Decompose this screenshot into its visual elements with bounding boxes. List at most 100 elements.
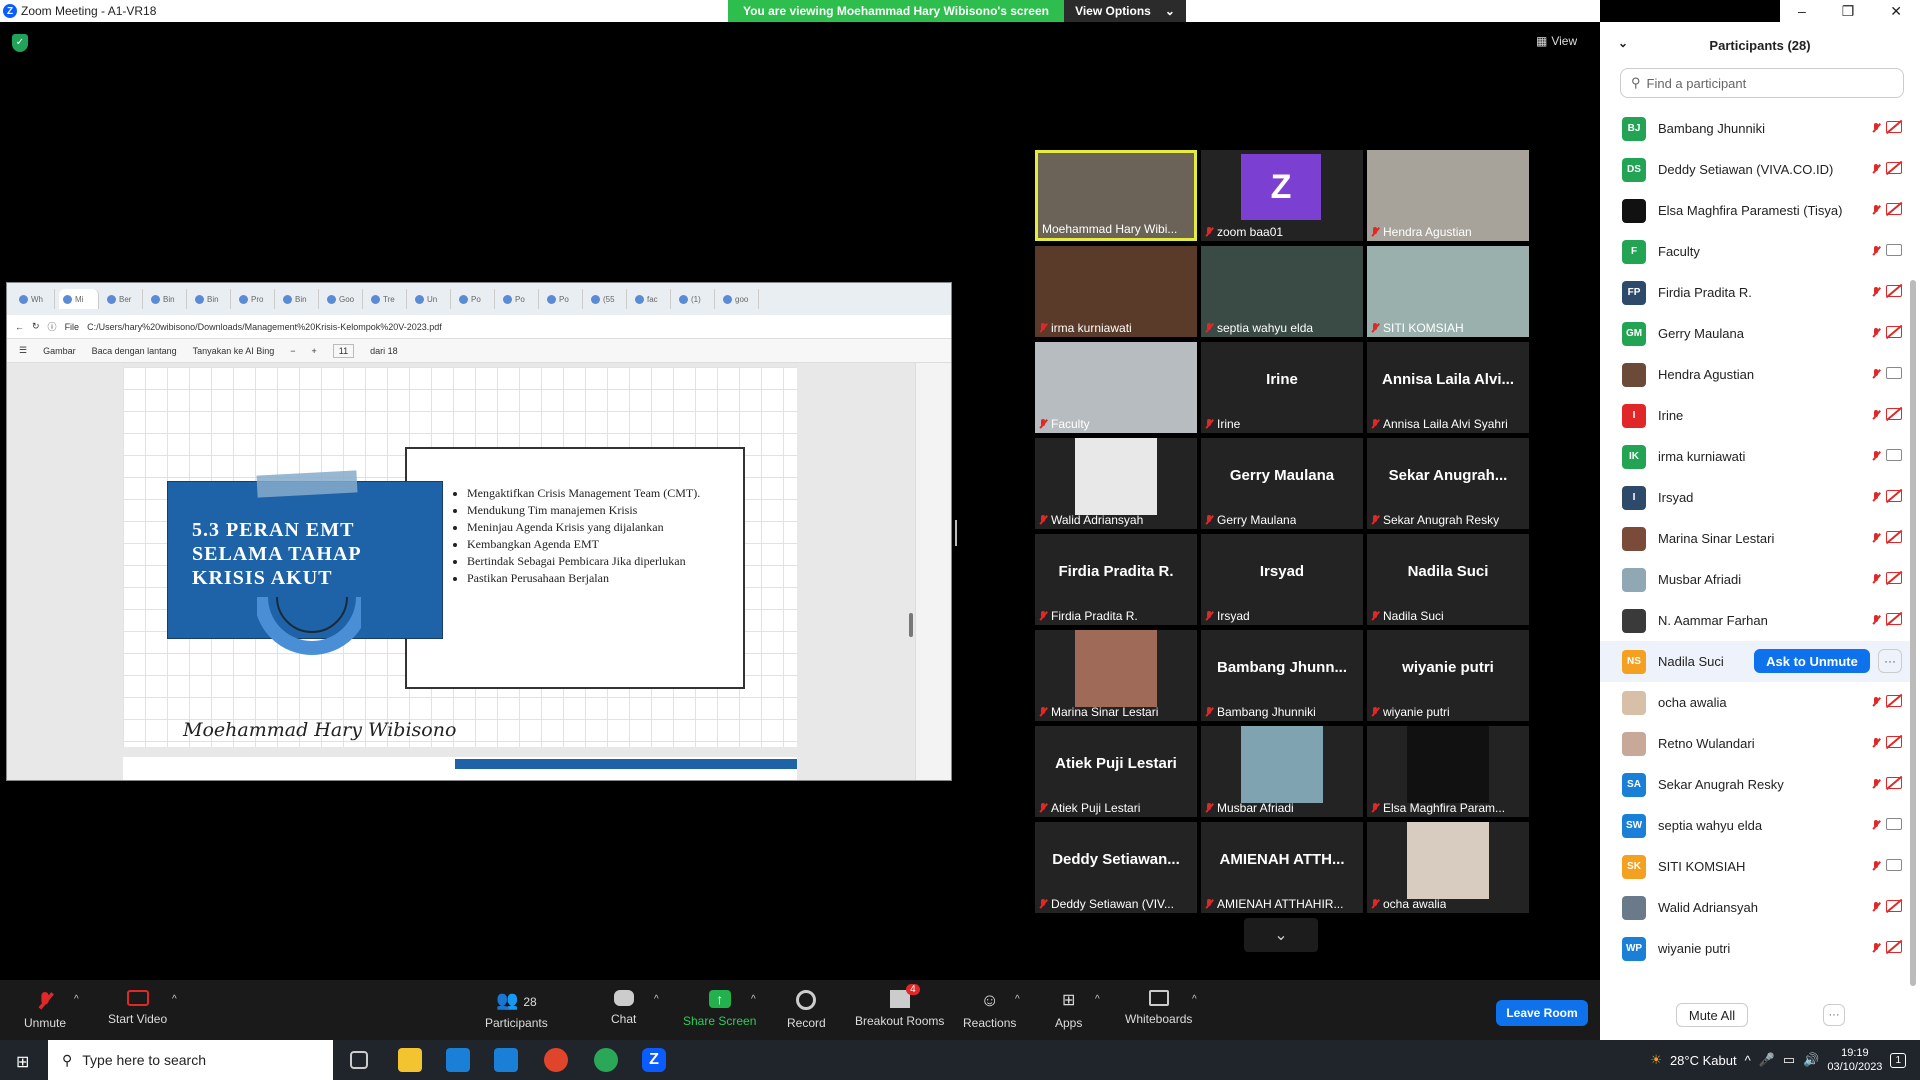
whiteboards-button[interactable]: Whiteboards bbox=[1125, 990, 1192, 1026]
browser-tab[interactable]: Pro bbox=[235, 289, 275, 309]
volume-icon[interactable]: 🔊 bbox=[1803, 1052, 1819, 1068]
participant-tile[interactable]: Bambang Jhunn... Bambang Jhunniki bbox=[1201, 630, 1363, 721]
browser-tab[interactable]: Wh bbox=[15, 289, 55, 309]
browser-tab[interactable]: Po bbox=[455, 289, 495, 309]
participant-tile[interactable]: Hendra Agustian bbox=[1367, 150, 1529, 241]
participant-tile[interactable]: Atiek Puji Lestari Atiek Puji Lestari bbox=[1035, 726, 1197, 817]
view-options-button[interactable]: View Options ⌄ bbox=[1064, 0, 1186, 22]
zoom-in-icon[interactable]: + bbox=[312, 346, 317, 356]
chat-button[interactable]: Chat bbox=[611, 990, 636, 1026]
windows-start-icon[interactable]: ⊞ bbox=[16, 1052, 29, 1072]
ask-bing-button[interactable]: Tanyakan ke AI Bing bbox=[193, 346, 275, 356]
participant-row[interactable]: Retno Wulandari bbox=[1600, 723, 1910, 764]
browser-tab[interactable]: Goo bbox=[323, 289, 363, 309]
system-clock[interactable]: 19:19 03/10/2023 bbox=[1827, 1046, 1882, 1074]
mute-all-button[interactable]: Mute All bbox=[1676, 1003, 1748, 1027]
browser-tab[interactable]: fac bbox=[631, 289, 671, 309]
participant-tile[interactable]: Nadila Suci Nadila Suci bbox=[1367, 534, 1529, 625]
participant-tile[interactable]: SITI KOMSIAH bbox=[1367, 246, 1529, 337]
page-number-input[interactable]: 11 bbox=[332, 343, 355, 358]
collapse-chevron-icon[interactable]: ⌄ bbox=[1618, 36, 1628, 50]
browser-tab[interactable]: (1) bbox=[675, 289, 715, 309]
apps-button[interactable]: ⊞ Apps bbox=[1055, 990, 1082, 1030]
draw-tool[interactable]: Gambar bbox=[43, 346, 76, 356]
participant-row[interactable]: IK irma kurniawati bbox=[1600, 436, 1910, 477]
participant-tile[interactable]: septia wahyu elda bbox=[1201, 246, 1363, 337]
participant-row[interactable]: WP wiyanie putri bbox=[1600, 928, 1910, 969]
chevron-up-icon[interactable]: ^ bbox=[172, 994, 177, 1005]
participant-tile[interactable]: Irine Irine bbox=[1201, 342, 1363, 433]
browser-address-bar[interactable]: ← ↻ ⓘ File C:/Users/hary%20wibisono/Down… bbox=[7, 315, 951, 339]
zoom-app-icon[interactable]: Z bbox=[642, 1048, 666, 1072]
participant-more-button[interactable]: ··· bbox=[1878, 649, 1902, 673]
store-icon[interactable] bbox=[446, 1048, 470, 1072]
chevron-up-icon[interactable]: ^ bbox=[1192, 994, 1197, 1005]
read-aloud-button[interactable]: Baca dengan lantang bbox=[92, 346, 177, 356]
participant-row[interactable]: Musbar Afriadi bbox=[1600, 559, 1910, 600]
zoom-out-icon[interactable]: − bbox=[290, 346, 295, 356]
contents-icon[interactable]: ☰ bbox=[19, 345, 27, 356]
participant-row[interactable]: Elsa Maghfira Paramesti (Tisya) bbox=[1600, 190, 1910, 231]
back-icon[interactable]: ← bbox=[15, 322, 24, 332]
participant-tile[interactable]: Irsyad Irsyad bbox=[1201, 534, 1363, 625]
chevron-up-icon[interactable]: ^ bbox=[751, 994, 756, 1005]
participant-row[interactable]: SA Sekar Anugrah Resky bbox=[1600, 764, 1910, 805]
restore-icon[interactable]: ❐ bbox=[1842, 3, 1855, 20]
chevron-up-icon[interactable]: ^ bbox=[74, 994, 79, 1005]
start-video-button[interactable]: Start Video bbox=[108, 990, 167, 1026]
record-button[interactable]: Record bbox=[787, 990, 826, 1030]
reactions-button[interactable]: ☺ Reactions bbox=[963, 990, 1016, 1030]
browser-tab[interactable]: Po bbox=[499, 289, 539, 309]
reload-icon[interactable]: ↻ bbox=[32, 321, 40, 332]
address-url[interactable]: C:/Users/hary%20wibisono/Downloads/Manag… bbox=[87, 322, 442, 332]
participant-tile[interactable]: Zzoom baa01 bbox=[1201, 150, 1363, 241]
share-screen-button[interactable]: ↑ Share Screen bbox=[683, 990, 756, 1028]
participant-row[interactable]: I Irine bbox=[1600, 395, 1910, 436]
chevron-up-icon[interactable]: ^ bbox=[1015, 994, 1020, 1005]
participant-tile[interactable]: Musbar Afriadi bbox=[1201, 726, 1363, 817]
pdf-scrollbar[interactable] bbox=[909, 613, 913, 637]
participant-tile[interactable]: wiyanie putri wiyanie putri bbox=[1367, 630, 1529, 721]
tray-chevron-icon[interactable]: ^ bbox=[1745, 1053, 1751, 1068]
gallery-next-page-button[interactable]: ⌄ bbox=[1244, 918, 1318, 952]
participant-tile[interactable]: Annisa Laila Alvi... Annisa Laila Alvi Sy… bbox=[1367, 342, 1529, 433]
participant-row[interactable]: F Faculty bbox=[1600, 231, 1910, 272]
participant-row[interactable]: Walid Adriansyah bbox=[1600, 887, 1910, 928]
participant-row[interactable]: Marina Sinar Lestari bbox=[1600, 518, 1910, 559]
security-shield-icon[interactable]: ✓ bbox=[12, 34, 28, 52]
browser-tab[interactable]: Tre bbox=[367, 289, 407, 309]
participant-tile[interactable]: Elsa Maghfira Param... bbox=[1367, 726, 1529, 817]
chevron-up-icon[interactable]: ^ bbox=[1095, 994, 1100, 1005]
close-icon[interactable]: ✕ bbox=[1890, 3, 1902, 20]
participant-list-scrollbar[interactable] bbox=[1910, 280, 1916, 986]
participant-row[interactable]: SW septia wahyu elda bbox=[1600, 805, 1910, 846]
ask-to-unmute-button[interactable]: Ask to Unmute bbox=[1754, 649, 1870, 673]
chrome-icon[interactable] bbox=[544, 1048, 568, 1072]
browser-tab[interactable]: Un bbox=[411, 289, 451, 309]
browser-tab[interactable]: Mi bbox=[59, 289, 99, 309]
participant-tile[interactable]: Moehammad Hary Wibi... bbox=[1035, 150, 1197, 241]
file-explorer-icon[interactable] bbox=[398, 1048, 422, 1072]
more-options-button[interactable]: ··· bbox=[1823, 1004, 1845, 1026]
chrome-profile-icon[interactable] bbox=[594, 1048, 618, 1072]
participant-row[interactable]: SK SITI KOMSIAH bbox=[1600, 846, 1910, 887]
minimize-icon[interactable]: – bbox=[1798, 3, 1806, 19]
taskbar-search-box[interactable]: ⚲ Type here to search bbox=[48, 1040, 333, 1080]
participant-tile[interactable]: Faculty bbox=[1035, 342, 1197, 433]
unmute-button[interactable]: Unmute bbox=[24, 990, 66, 1030]
browser-tab[interactable]: Ber bbox=[103, 289, 143, 309]
leave-room-button[interactable]: Leave Room bbox=[1496, 1000, 1588, 1026]
breakout-rooms-button[interactable]: 4 Breakout Rooms bbox=[855, 984, 944, 1028]
browser-tab[interactable]: Po bbox=[543, 289, 583, 309]
browser-tab[interactable]: Bin bbox=[147, 289, 187, 309]
participant-row[interactable]: ocha awalia bbox=[1600, 682, 1910, 723]
participant-row[interactable]: FP Firdia Pradita R. bbox=[1600, 272, 1910, 313]
participant-row[interactable]: BJ Bambang Jhunniki bbox=[1600, 108, 1910, 149]
participant-row[interactable]: GM Gerry Maulana bbox=[1600, 313, 1910, 354]
participant-tile[interactable]: Marina Sinar Lestari bbox=[1035, 630, 1197, 721]
participant-tile[interactable]: Gerry Maulana Gerry Maulana bbox=[1201, 438, 1363, 529]
divider-handle[interactable] bbox=[955, 520, 957, 546]
participant-tile[interactable]: Sekar Anugrah... Sekar Anugrah Resky bbox=[1367, 438, 1529, 529]
participant-row[interactable]: Hendra Agustian bbox=[1600, 354, 1910, 395]
participant-row[interactable]: DS Deddy Setiawan (VIVA.CO.ID) bbox=[1600, 149, 1910, 190]
